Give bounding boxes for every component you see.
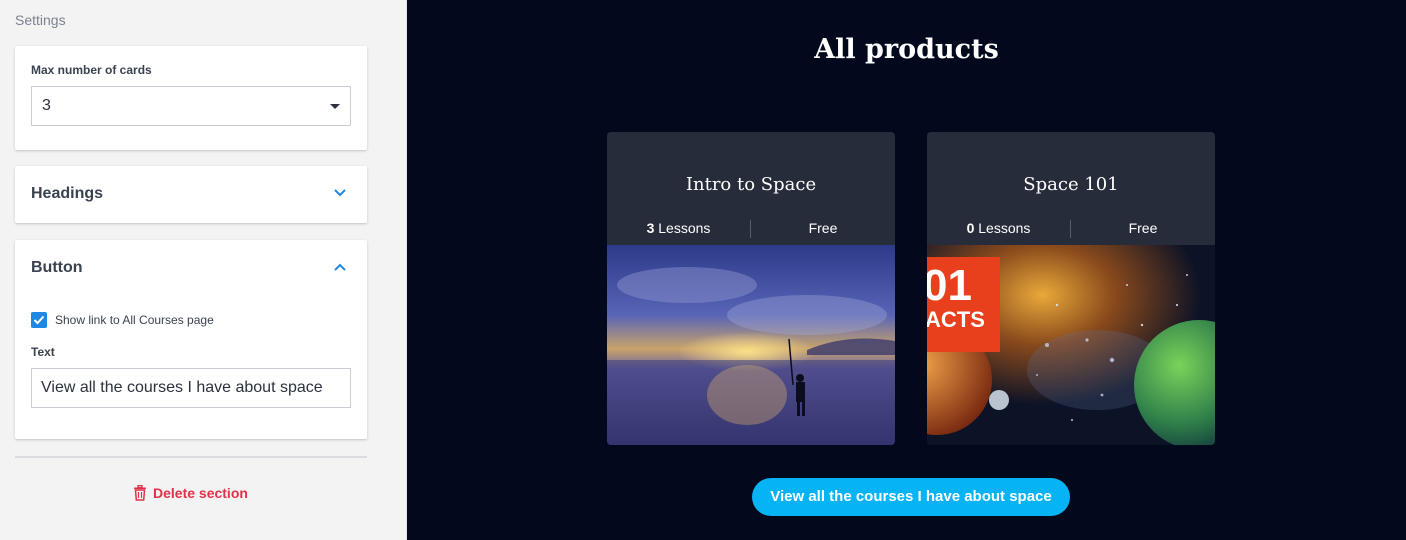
- image-text: ACTS: [927, 307, 985, 332]
- max-cards-label: Max number of cards: [31, 63, 152, 77]
- chevron-up-icon[interactable]: [333, 262, 347, 272]
- show-link-label[interactable]: Show link to All Courses page: [55, 313, 214, 327]
- button-accordion: Button Show link to All Courses page Tex…: [15, 240, 367, 439]
- checkbox-checked-icon: [33, 315, 45, 325]
- product-meta: 0 Lessons Free: [927, 220, 1215, 238]
- show-link-checkbox[interactable]: [31, 312, 47, 328]
- product-card[interactable]: Space 101 0 Lessons Free 01 ACTS: [927, 132, 1215, 445]
- product-title: Intro to Space: [685, 174, 817, 195]
- price: Free: [1128, 220, 1158, 236]
- max-cards-select[interactable]: 3: [31, 86, 351, 126]
- text-label: Text: [31, 345, 55, 359]
- max-cards-value: 3: [42, 97, 51, 114]
- image-text: 01: [927, 261, 972, 310]
- chevron-down-icon[interactable]: [333, 188, 347, 198]
- product-meta: 3 Lessons Free: [607, 220, 895, 238]
- view-all-courses-button[interactable]: View all the courses I have about space: [752, 478, 1070, 516]
- delete-section-button[interactable]: Delete section: [133, 485, 248, 501]
- headings-title: Headings: [31, 185, 104, 202]
- delete-section-label: Delete section: [153, 485, 248, 501]
- price: Free: [808, 220, 838, 236]
- product-title: Space 101: [1023, 174, 1119, 195]
- preview-area: All products Intro to Space 3 Lessons Fr…: [407, 0, 1406, 540]
- button-title[interactable]: Button: [31, 259, 83, 277]
- product-card[interactable]: Intro to Space 3 Lessons Free: [607, 132, 895, 445]
- button-text-input[interactable]: [31, 368, 351, 408]
- trash-icon: [134, 485, 146, 501]
- lessons-count: 0 Lessons: [966, 220, 1031, 236]
- divider: [15, 456, 367, 458]
- settings-panel: Settings Max number of cards 3 Headings …: [0, 0, 407, 540]
- max-cards-card: Max number of cards 3: [15, 46, 367, 150]
- panel-title: Settings: [15, 12, 66, 28]
- caret-down-icon: [330, 104, 340, 109]
- preview-title: All products: [814, 34, 999, 65]
- lessons-count: 3 Lessons: [646, 220, 711, 236]
- headings-accordion[interactable]: Headings: [15, 166, 367, 223]
- product-image: [607, 245, 895, 445]
- product-image: 01 ACTS: [927, 245, 1215, 445]
